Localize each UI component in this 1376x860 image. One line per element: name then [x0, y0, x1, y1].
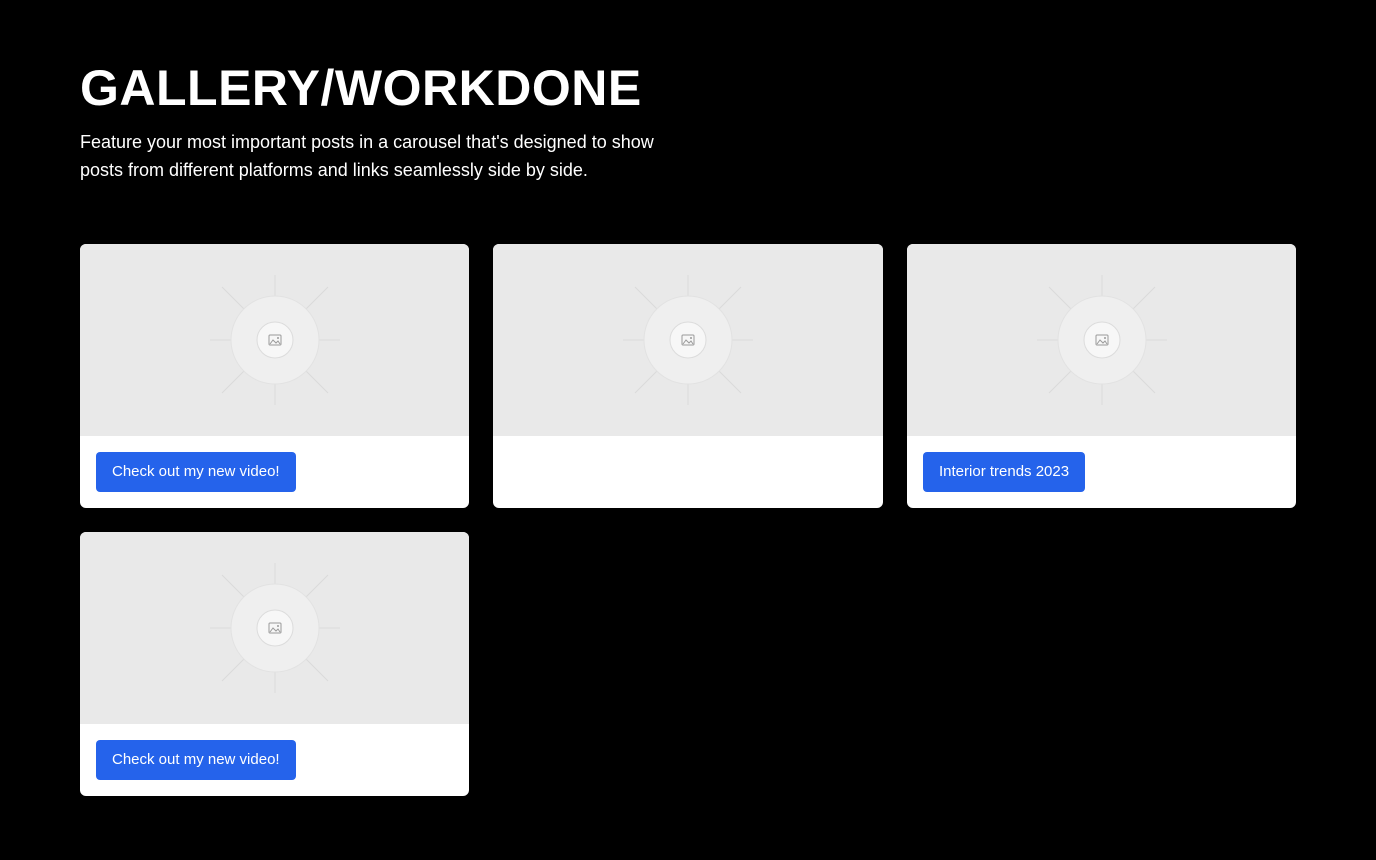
image-placeholder-icon	[1036, 275, 1167, 405]
card-cta-button[interactable]: Check out my new video!	[96, 740, 296, 780]
card-footer: Check out my new video!	[80, 436, 469, 508]
image-placeholder-icon	[209, 275, 340, 405]
gallery-card[interactable]: Check out my new video!	[80, 244, 469, 508]
gallery-page: GALLERY/WORKDONE Feature your most impor…	[0, 0, 1376, 860]
image-placeholder-icon	[623, 275, 753, 405]
card-image	[80, 532, 469, 724]
card-image	[493, 244, 883, 436]
card-cta-button[interactable]: Interior trends 2023	[923, 452, 1086, 492]
card-cta-button[interactable]: Check out my new video!	[96, 452, 296, 492]
card-image	[80, 244, 469, 436]
gallery-card[interactable]: Interior trends 2023	[907, 244, 1296, 508]
image-placeholder-icon	[209, 563, 340, 693]
card-footer: Interior trends 2023	[907, 436, 1296, 508]
page-description: Feature your most important posts in a c…	[80, 132, 654, 180]
gallery-grid: Check out my new video! Interior trends …	[80, 244, 1296, 796]
page-title: GALLERY/WORKDONE	[80, 60, 642, 116]
gallery-card[interactable]: Check out my new video!	[80, 532, 469, 796]
card-footer	[493, 436, 883, 508]
gallery-card[interactable]	[493, 244, 883, 508]
card-image	[907, 244, 1296, 436]
card-footer: Check out my new video!	[80, 724, 469, 796]
